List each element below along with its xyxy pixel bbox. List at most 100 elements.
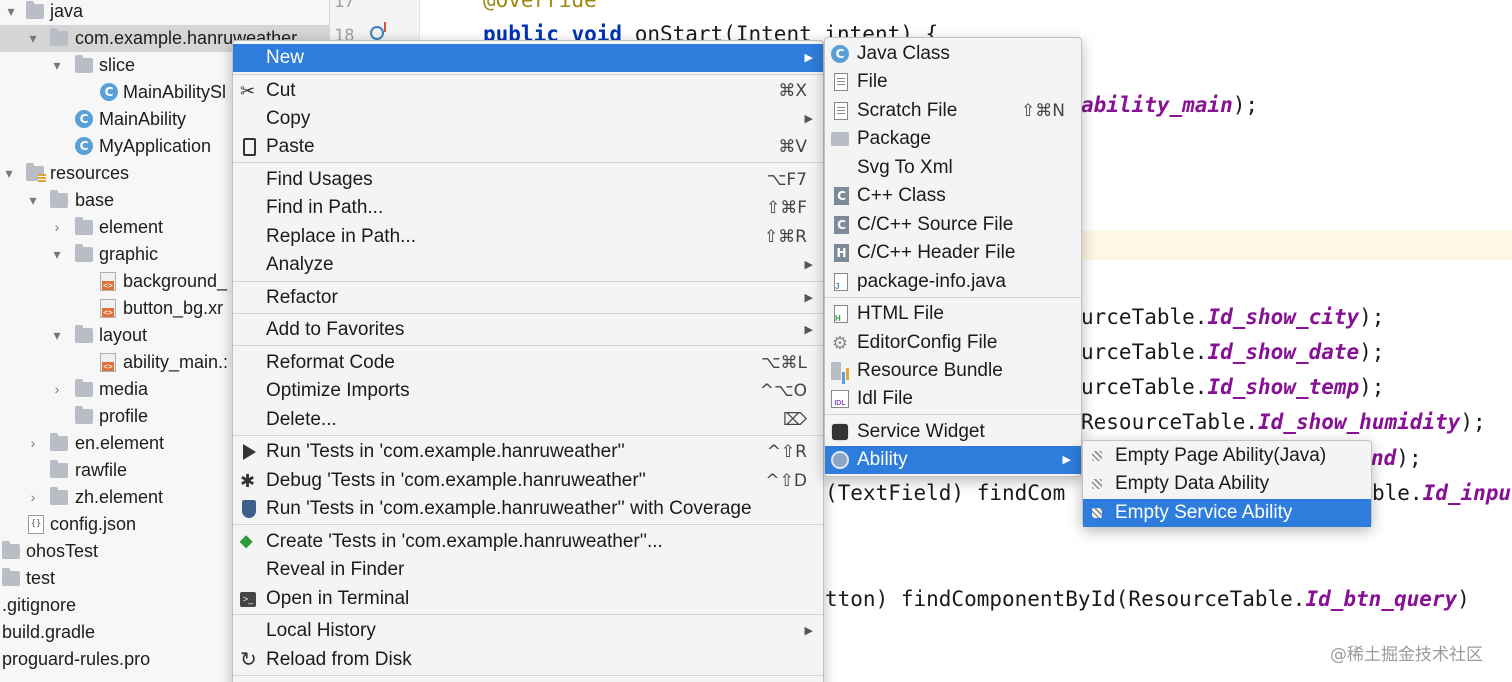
code-text: urceTable. (1081, 375, 1208, 399)
menu-item-copy[interactable]: Copy ▶ (233, 105, 823, 133)
menu-item-create-tests[interactable]: ◆ Create 'Tests in 'com.example.hanruwea… (233, 528, 823, 556)
menu-item-label: C++ Class (857, 185, 946, 206)
menu-item-paste[interactable]: Paste ⌘V (233, 133, 823, 161)
menu-item-cut[interactable]: ✂ Cut ⌘X (233, 77, 823, 105)
tree-item-label: base (75, 190, 115, 210)
code-text: ); (1232, 93, 1259, 117)
xml-file-icon (100, 353, 116, 372)
menu-item-reveal-in-finder[interactable]: Reveal in Finder (233, 556, 823, 584)
menu-separator (233, 281, 823, 282)
menu-item-add-to-favorites[interactable]: Add to Favorites ▶ (233, 316, 823, 344)
context-menu: New ▶ ✂ Cut ⌘X Copy ▶ Paste ⌘V Find Usag… (232, 40, 824, 682)
folder-icon (2, 568, 20, 586)
code-text: ); (1460, 410, 1486, 434)
expand-arrow-icon[interactable]: › (50, 376, 64, 403)
menu-item-replace-in-path[interactable]: Replace in Path... ⇧⌘R (233, 223, 823, 251)
expand-arrow-icon[interactable]: ▾ (50, 52, 64, 79)
code-field: nd (1371, 446, 1397, 470)
run-icon (243, 444, 256, 460)
menu-item-reformat-code[interactable]: Reformat Code ⌥⌘L (233, 349, 823, 377)
expand-arrow-icon[interactable]: › (50, 214, 64, 241)
menu-item-local-history[interactable]: Local History ▶ (233, 617, 823, 645)
tree-item-label: resources (50, 163, 130, 183)
folder-icon (50, 460, 68, 478)
menu-item-debug-tests[interactable]: ✱ Debug 'Tests in 'com.example.hanruweat… (233, 467, 823, 495)
menu-item-find-usages[interactable]: Find Usages ⌥F7 (233, 166, 823, 194)
menu-item-run-with-coverage[interactable]: Run 'Tests in 'com.example.hanruweather'… (233, 495, 823, 523)
menu-item-shortcut: ^⇧D (765, 471, 807, 491)
menu-item-label: C/C++ Header File (857, 242, 1016, 263)
menu-item-ability[interactable]: Ability ▶ (825, 446, 1081, 474)
menu-item-find-in-path[interactable]: Find in Path... ⇧⌘F (233, 194, 823, 222)
expand-arrow-icon[interactable]: ▾ (50, 322, 64, 349)
menu-item-empty-data-ability[interactable]: Empty Data Ability (1083, 470, 1371, 498)
tree-item-java[interactable]: ▾ java (0, 0, 329, 25)
menu-item-label: Find in Path... (266, 197, 384, 218)
menu-item-label: Resource Bundle (857, 360, 1003, 381)
menu-item-shortcut: ⇧⌘F (765, 198, 807, 218)
menu-item-file[interactable]: File (825, 68, 1081, 96)
menu-item-shortcut: ⇧⌘R (763, 227, 807, 247)
folder-icon (50, 487, 68, 505)
expand-arrow-icon[interactable]: › (26, 484, 40, 511)
menu-item-java-class[interactable]: C Java Class (825, 40, 1081, 68)
code-line: nd); (1371, 446, 1422, 470)
code-field: Id_btn_query (1305, 587, 1458, 611)
menu-item-open-in-terminal[interactable]: >_ Open in Terminal (233, 585, 823, 613)
tree-item-label: ability_main.: (123, 352, 229, 372)
menu-item-label: Reveal in Finder (266, 559, 405, 580)
tree-item-label: element (99, 217, 164, 237)
menu-item-empty-page-ability[interactable]: Empty Page Ability(Java) (1083, 442, 1371, 470)
expand-arrow-icon[interactable]: ▾ (2, 160, 16, 187)
menu-item-cpp-class[interactable]: C C++ Class (825, 182, 1081, 210)
menu-item-optimize-imports[interactable]: Optimize Imports ^⌥O (233, 377, 823, 405)
menu-item-cpp-header-file[interactable]: H C/C++ Header File (825, 239, 1081, 267)
tree-item-label: rawfile (75, 460, 128, 480)
submenu-arrow-icon: ▶ (804, 625, 813, 637)
menu-item-delete[interactable]: Delete... ⌦ (233, 406, 823, 434)
menu-item-resource-bundle[interactable]: Resource Bundle (825, 357, 1081, 385)
menu-item-html-file[interactable]: H HTML File (825, 300, 1081, 328)
ability-template-icon (1092, 479, 1102, 489)
menu-item-empty-service-ability[interactable]: Empty Service Ability (1083, 499, 1371, 527)
menu-item-label: Empty Service Ability (1115, 502, 1293, 523)
override-gutter-icon[interactable] (370, 22, 386, 40)
menu-item-new[interactable]: New ▶ (233, 44, 823, 72)
menu-item-label: Refactor (266, 287, 338, 308)
code-text: ); (1359, 340, 1385, 364)
menu-item-label: Scratch File (857, 100, 958, 121)
code-line: tton) findComponentById(ResourceTable.Id… (825, 587, 1470, 611)
code-text: urceTable. (1081, 340, 1208, 364)
menu-item-refactor[interactable]: Refactor ▶ (233, 284, 823, 312)
menu-item-service-widget[interactable]: Service Widget (825, 418, 1081, 446)
code-field: Id_show_temp (1207, 375, 1360, 399)
expand-arrow-icon[interactable]: ▾ (50, 241, 64, 268)
menu-item-label: EditorConfig File (857, 332, 998, 353)
folder-icon (75, 217, 93, 235)
puzzle-icon (831, 423, 849, 441)
folder-icon (50, 433, 68, 451)
expand-arrow-icon[interactable]: › (26, 430, 40, 457)
menu-separator (233, 162, 823, 163)
submenu-arrow-icon: ▶ (804, 113, 813, 125)
menu-item-cpp-source-file[interactable]: C C/C++ Source File (825, 211, 1081, 239)
menu-item-svg-to-xml[interactable]: Svg To Xml (825, 154, 1081, 182)
menu-item-idl-file[interactable]: IDL Idl File (825, 385, 1081, 413)
menu-item-package-info-java[interactable]: J package-info.java (825, 268, 1081, 296)
menu-item-reload-from-disk[interactable]: ↻ Reload from Disk (233, 646, 823, 674)
expand-arrow-icon[interactable]: ▾ (26, 25, 40, 52)
tree-item-label: build.gradle (2, 622, 96, 642)
new-submenu: C Java Class File Scratch File ⇧⌘N Packa… (824, 37, 1082, 477)
menu-item-editorconfig-file[interactable]: ⚙ EditorConfig File (825, 329, 1081, 357)
tree-item-label: en.element (75, 433, 165, 453)
cpp-class-icon: C (834, 187, 849, 205)
menu-item-scratch-file[interactable]: Scratch File ⇧⌘N (825, 97, 1081, 125)
expand-arrow-icon[interactable]: ▾ (26, 187, 40, 214)
menu-item-label: Debug 'Tests in 'com.example.hanruweathe… (266, 470, 646, 491)
menu-item-run-tests[interactable]: Run 'Tests in 'com.example.hanruweather'… (233, 438, 823, 466)
menu-item-package[interactable]: Package (825, 125, 1081, 153)
expand-arrow-icon[interactable]: ▾ (4, 0, 18, 25)
code-text: ResourceTable. (1081, 410, 1259, 434)
menu-item-analyze[interactable]: Analyze ▶ (233, 251, 823, 279)
code-text: ble. (1372, 481, 1423, 505)
